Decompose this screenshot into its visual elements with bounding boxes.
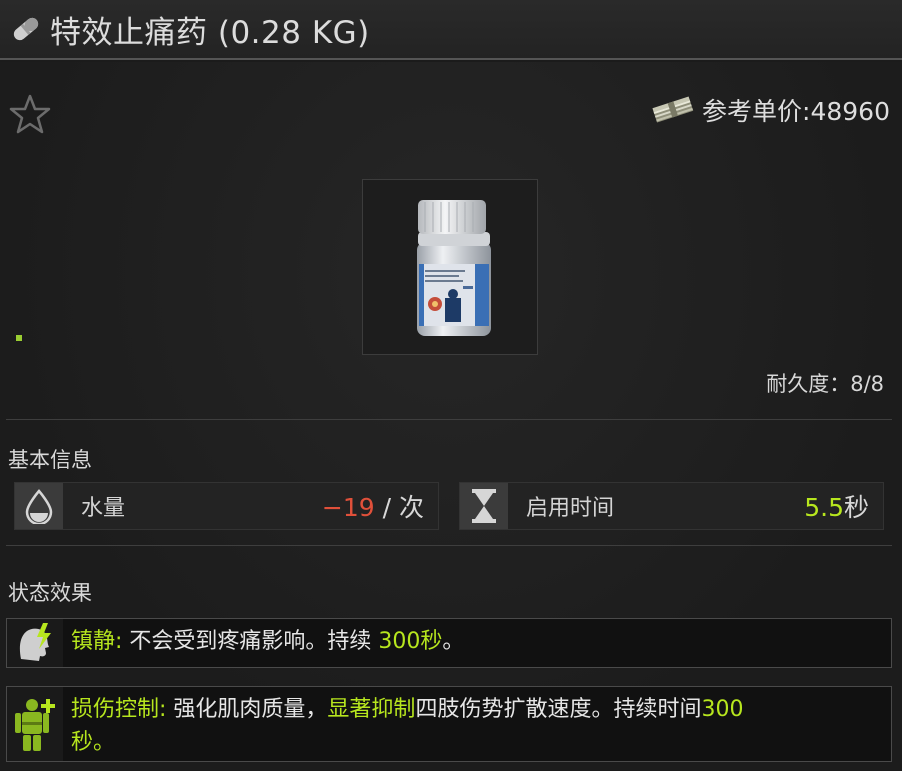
hydration-stat: 水量 −19 / 次 bbox=[14, 482, 439, 530]
use-time-stat: 启用时间 5.5秒 bbox=[459, 482, 884, 530]
effect-sedation-duration: 300秒 bbox=[378, 629, 443, 654]
effect-sedation-text: 镇静: 不会受到疼痛影响。持续 300秒。 bbox=[63, 619, 470, 667]
divider bbox=[6, 419, 892, 420]
effect-damage-control-highlight: 显著抑制 bbox=[327, 697, 416, 722]
effect-damage-control-desc: 强化肌肉质量， bbox=[166, 697, 328, 722]
status-indicator-dot bbox=[16, 335, 22, 341]
effect-damage-control-desc2: 四肢伤势扩散速度。持续时间 bbox=[415, 697, 702, 722]
effect-sedation-name: 镇静: bbox=[71, 629, 123, 654]
effect-damage-control-name: 损伤控制: bbox=[71, 697, 167, 722]
water-drop-icon bbox=[15, 483, 63, 529]
item-detail-panel: 参考单价:48960 耐久度：8/8 基本信息 水量 −19 / 次 启用时间 … bbox=[0, 62, 902, 771]
use-time-unit: 秒 bbox=[843, 493, 869, 522]
status-effects-title: 状态效果 bbox=[8, 581, 92, 605]
effect-damage-control-text: 损伤控制: 强化肌肉质量，显著抑制四肢伤势扩散速度。持续时间300 秒。 bbox=[63, 687, 749, 761]
hydration-value: −19 / 次 bbox=[322, 488, 424, 524]
hourglass-icon bbox=[460, 483, 508, 529]
favorite-star-icon[interactable] bbox=[8, 92, 52, 136]
item-image-frame bbox=[362, 179, 538, 355]
effect-sedation: 镇静: 不会受到疼痛影响。持续 300秒。 bbox=[6, 618, 892, 668]
hydration-amount: −19 bbox=[321, 493, 375, 522]
price-label: 参考单价:48960 bbox=[702, 97, 890, 126]
effect-damage-control-duration: 300 bbox=[701, 697, 744, 722]
title-bar: 特效止痛药 (0.28 KG) bbox=[0, 0, 902, 60]
durability-text: 耐久度：8/8 bbox=[766, 372, 884, 396]
pill-bottle-image bbox=[417, 200, 491, 336]
damage-control-icon bbox=[7, 687, 63, 761]
effect-sedation-desc: 不会受到疼痛影响。持续 bbox=[122, 629, 379, 654]
hydration-label: 水量 bbox=[81, 496, 126, 521]
hydration-unit: / 次 bbox=[374, 493, 424, 522]
effect-damage-control-unit: 秒。 bbox=[71, 730, 116, 755]
use-time-label: 启用时间 bbox=[526, 496, 615, 521]
sedation-icon bbox=[7, 619, 63, 667]
use-time-value: 5.5秒 bbox=[804, 488, 869, 524]
pill-icon bbox=[6, 9, 46, 49]
reference-price: 参考单价:48960 bbox=[650, 92, 890, 128]
divider bbox=[6, 545, 892, 546]
use-time-amount: 5.5 bbox=[804, 493, 844, 522]
basic-info-title: 基本信息 bbox=[8, 448, 92, 472]
money-stack-icon bbox=[650, 95, 696, 125]
effect-sedation-end: 。 bbox=[442, 629, 465, 654]
item-title: 特效止痛药 (0.28 KG) bbox=[50, 14, 370, 51]
effect-damage-control: 损伤控制: 强化肌肉质量，显著抑制四肢伤势扩散速度。持续时间300 秒。 bbox=[6, 686, 892, 762]
